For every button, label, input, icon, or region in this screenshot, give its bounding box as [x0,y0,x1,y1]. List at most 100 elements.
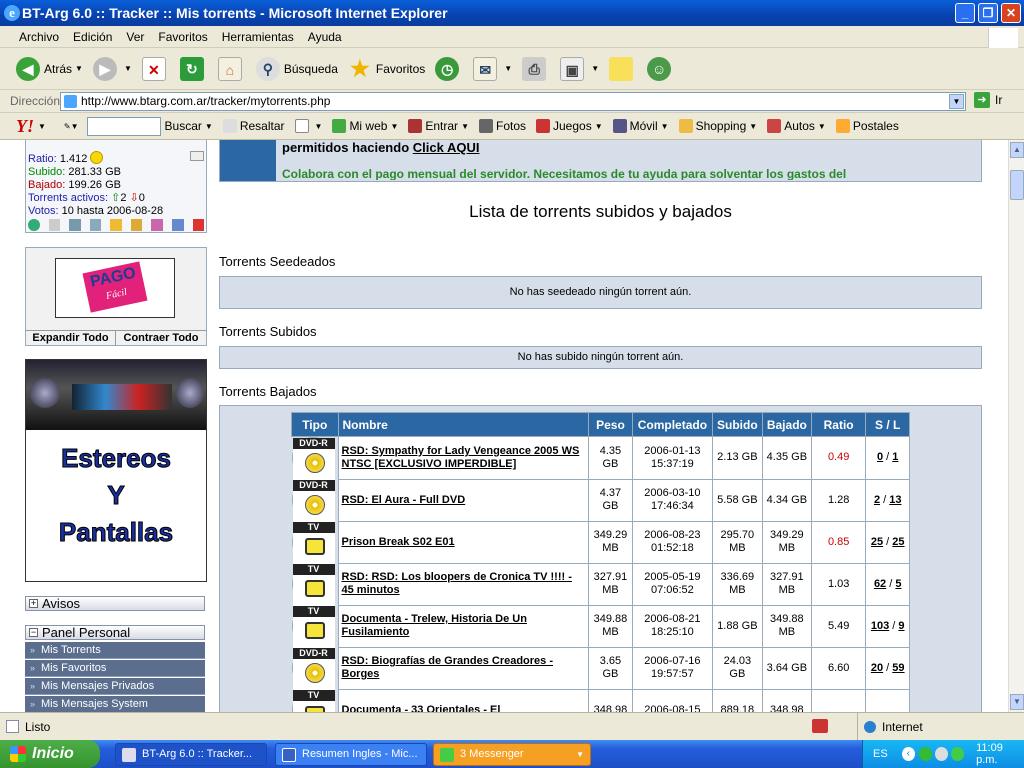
folder-icon[interactable] [110,219,122,231]
torrent-name-link[interactable]: Documenta - 33 Orientales - El [337,688,589,712]
avisos-panel-header[interactable]: + Avisos [25,596,205,611]
mail-icon[interactable] [190,151,204,161]
address-input[interactable]: http://www.btarg.com.ar/tracker/mytorren… [60,92,966,111]
favorites-button[interactable]: ★ Favoritos [348,56,425,81]
postcards-button[interactable]: Postales [835,119,899,133]
col-nombre[interactable]: Nombre [337,412,589,437]
leechers-link[interactable]: 9 [898,620,904,632]
col-bajado[interactable]: Bajado [761,412,812,437]
seeders-link[interactable]: 62 [874,578,886,590]
table-row[interactable]: DVD-R RSD: Biografías de Grandes Creadore… [291,646,910,690]
address-dropdown-button[interactable]: ▼ [949,94,964,109]
torrent-name-link[interactable]: Documenta - Trelew, Historia De Un Fusil… [337,604,589,648]
messenger-button[interactable]: ☺ [647,56,675,81]
stop-button[interactable]: ✕ [141,56,170,81]
my-web-button[interactable]: Mi web ▼ [332,119,398,133]
clock[interactable]: 11:09 p.m. [976,742,1024,766]
menu-edicion[interactable]: Edición [73,30,112,44]
table-row[interactable]: TV Documenta - 33 Orientales - El 348.98 20… [291,688,910,712]
mobile-button[interactable]: Móvil ▼ [612,119,669,133]
refresh-button[interactable]: ↻ [179,56,208,81]
people-icon[interactable] [151,219,163,231]
stereo-ad-banner[interactable]: Estereos Y Pantallas [25,359,207,582]
enter-button[interactable]: Entrar ▼ [408,119,469,133]
maximize-button[interactable]: ❐ [978,3,998,23]
scroll-up-button[interactable]: ▲ [1010,142,1024,158]
start-button[interactable]: Inicio [0,740,100,768]
tray-user-icon[interactable] [951,747,965,761]
history-button[interactable]: ◷ [435,56,463,81]
leechers-link[interactable]: 1 [892,451,898,463]
col-peso[interactable]: Peso [588,412,633,437]
menu-ver[interactable]: Ver [126,30,144,44]
back-button[interactable]: ◀ Atrás ▼ [16,56,83,81]
logout-icon[interactable] [192,219,205,231]
col-seeders-leechers[interactable]: S / L [865,412,910,437]
leechers-link[interactable]: 59 [892,662,904,674]
seeders-link[interactable]: 25 [871,536,883,548]
nav-mis-mensajes-privados[interactable]: Mis Mensajes Privados [25,678,205,695]
leechers-link[interactable]: 13 [889,494,901,506]
page-viewport[interactable]: Ratio: 1.412 Subido: 281.33 GB Bajado: 1… [0,140,1008,712]
yahoo-search-button[interactable]: Buscar ▼ [165,119,213,133]
table-row[interactable]: DVD-R RSD: El Aura - Full DVD 4.37 GB 2006-… [291,478,910,522]
search-icon[interactable] [69,219,81,231]
panel-personal-header[interactable]: − Panel Personal [25,625,205,640]
photos-button[interactable]: Fotos [478,119,526,133]
torrent-name-link[interactable]: RSD: Biografías de Grandes Creadores - B… [337,646,589,690]
menu-favoritos[interactable]: Favoritos [158,30,207,44]
nav-mis-favoritos[interactable]: Mis Favoritos [25,660,205,677]
globe-icon[interactable] [28,219,40,231]
minimize-button[interactable]: _ [955,3,975,23]
note-button[interactable] [609,56,637,81]
scroll-down-button[interactable]: ▼ [1010,694,1024,710]
menu-ayuda[interactable]: Ayuda [308,30,342,44]
popup-blocker-button[interactable]: ▼ [294,119,322,133]
seeders-link[interactable]: 0 [877,451,883,463]
menu-herramientas[interactable]: Herramientas [222,30,294,44]
seeders-link[interactable]: 20 [871,662,883,674]
tray-network-icon[interactable] [934,747,949,761]
forward-button[interactable]: ▶ ▼ [92,56,132,81]
expand-all-link[interactable]: Expandir Todo [26,331,116,346]
tray-messenger-icon[interactable] [918,747,932,761]
nav-mis-torrents[interactable]: Mis Torrents [25,642,205,659]
mail-button[interactable]: ✉ ▼ [473,56,512,81]
yahoo-search-input[interactable] [86,116,161,136]
task-messenger[interactable]: 3 Messenger ▼ [433,743,591,766]
torrent-name-link[interactable]: RSD: Sympathy for Lady Vengeance 2005 WS… [337,436,589,480]
shopping-button[interactable]: Shopping ▼ [678,119,757,133]
tray-expand-icon[interactable]: ‹ [901,747,915,761]
torrent-name-link[interactable]: Prison Break S02 E01 [337,520,589,564]
menu-archivo[interactable]: Archivo [19,30,59,44]
seeders-link[interactable]: 2 [874,494,880,506]
nav-mis-mensajes-system[interactable]: Mis Mensajes System [25,696,205,712]
search-button[interactable]: ⚲ Búsqueda [255,56,338,81]
task-word[interactable]: Resumen Ingles - Mic... [275,743,427,766]
games-button[interactable]: Juegos ▼ [536,119,603,133]
users-icon[interactable] [89,219,102,231]
col-ratio[interactable]: Ratio [810,412,867,437]
edit-button[interactable]: ▣ ▼ [560,56,599,81]
yahoo-logo[interactable]: Y! [16,116,58,137]
window-title-bar[interactable]: e BT-Arg 6.0 :: Tracker :: Mis torrents … [0,0,1024,26]
torrent-name-link[interactable]: RSD: El Aura - Full DVD [337,478,589,522]
table-row[interactable]: TV Documenta - Trelew, Historia De Un Fus… [291,604,910,648]
print-button[interactable]: ⎙ [522,56,550,81]
autos-button[interactable]: Autos ▼ [767,119,826,133]
seeders-link[interactable]: 103 [871,620,889,632]
leechers-link[interactable]: 25 [892,536,904,548]
pencil-dropdown[interactable]: ✎▼ [64,122,79,131]
home-icon[interactable] [48,219,61,231]
language-indicator[interactable]: ES [873,748,888,760]
vertical-scrollbar[interactable]: ▲ ▼ [1008,140,1024,712]
task-ie[interactable]: BT-Arg 6.0 :: Tracker... [115,743,267,766]
leechers-link[interactable]: 5 [895,578,901,590]
highlight-button[interactable]: Resaltar [222,119,285,133]
click-aqui-link[interactable]: Click AQUI [413,140,480,155]
col-tipo[interactable]: Tipo [291,412,339,437]
table-row[interactable]: TV RSD: RSD: Los bloopers de Cronica TV !… [291,562,910,606]
star-icon[interactable] [130,219,143,231]
home-button[interactable]: ⌂ [217,56,246,81]
table-row[interactable]: DVD-R RSD: Sympathy for Lady Vengeance 20… [291,436,910,480]
